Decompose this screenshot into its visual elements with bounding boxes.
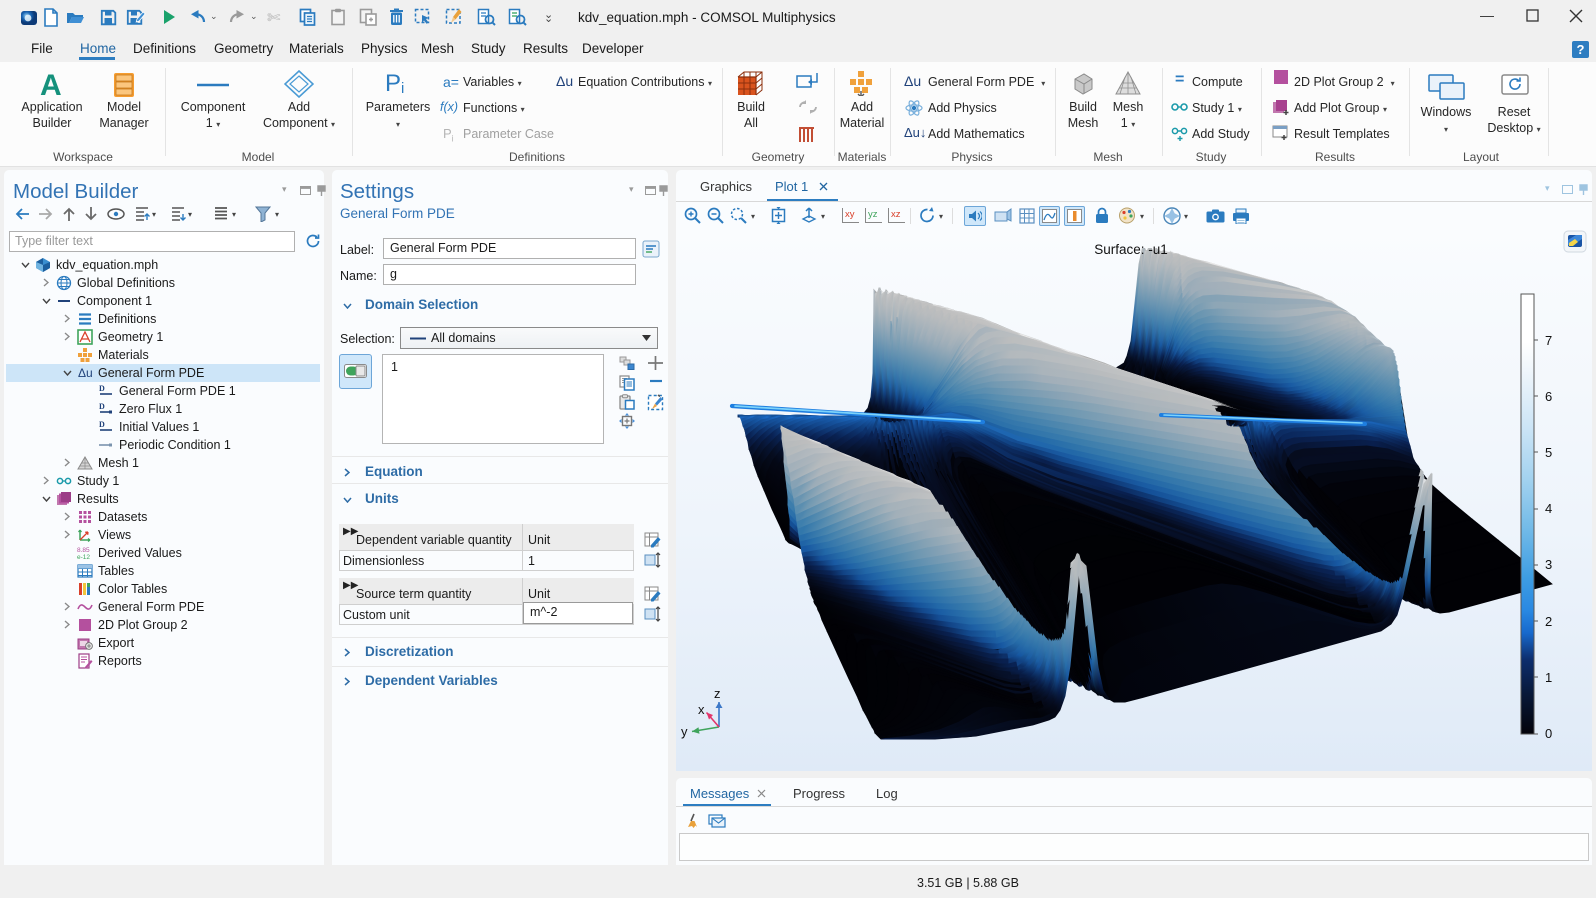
svg-text:D: D [99,420,105,429]
svg-text:2: 2 [1545,614,1552,629]
svg-text:z: z [714,686,721,701]
svg-text:e-12: e-12 [77,554,90,561]
svg-text:4: 4 [1545,501,1552,516]
svg-text:D: D [99,402,105,411]
svg-text:6: 6 [1545,389,1552,404]
svg-text:Δu: Δu [78,366,93,380]
svg-text:3: 3 [1545,557,1552,572]
svg-text:D: D [99,384,105,393]
svg-text:8.85: 8.85 [77,547,90,554]
svg-text:Surface: -u1: Surface: -u1 [1094,242,1168,257]
svg-text:1: 1 [1545,670,1552,685]
svg-text:5: 5 [1545,445,1552,460]
svg-text:y: y [681,724,688,739]
svg-text:7: 7 [1545,333,1552,348]
svg-text:x: x [698,702,705,717]
svg-text:0: 0 [1545,726,1552,741]
